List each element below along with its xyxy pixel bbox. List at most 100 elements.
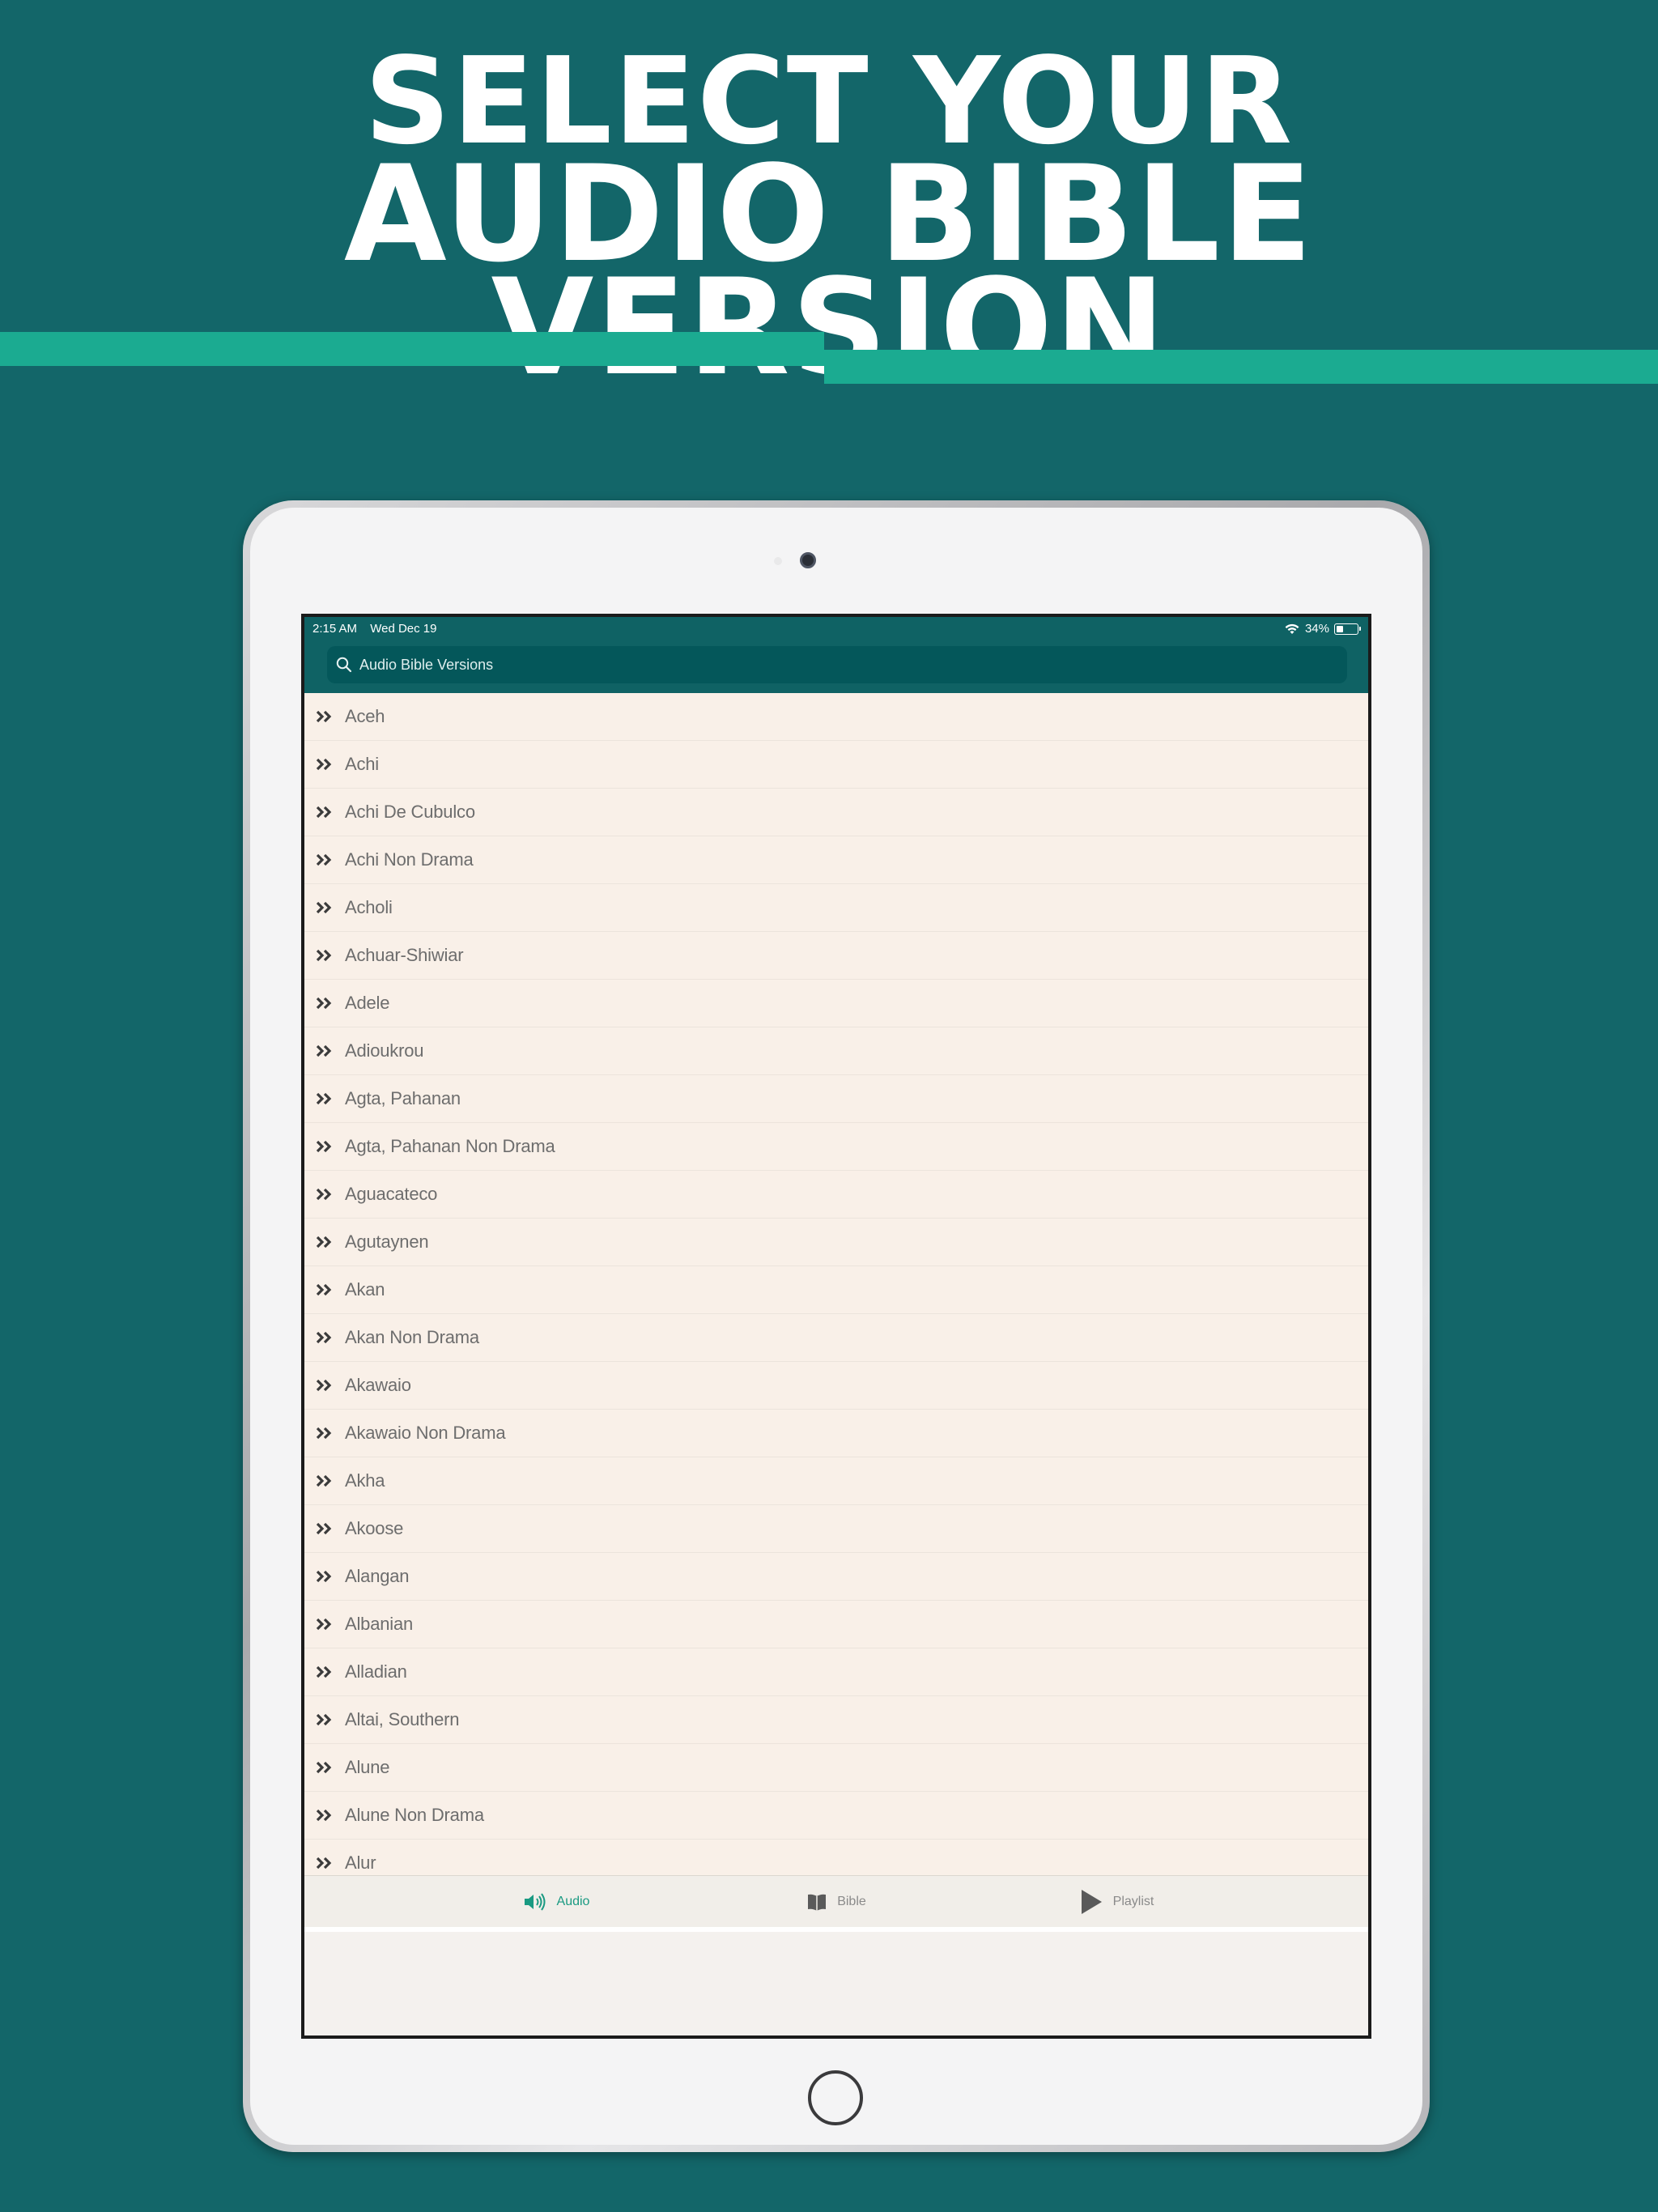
list-item-label: Akha (345, 1470, 385, 1491)
list-item-label: Alur (345, 1853, 376, 1873)
double-chevron-icon (316, 1522, 332, 1535)
tab-bible[interactable]: Bible (696, 1892, 976, 1912)
screen-bottom-area (304, 1927, 1368, 2035)
double-chevron-icon (316, 949, 332, 962)
double-chevron-icon (316, 710, 332, 723)
tab-audio[interactable]: Audio (416, 1892, 696, 1912)
list-item[interactable]: Akawaio Non Drama (304, 1410, 1368, 1457)
app-screen: 2:15 AM Wed Dec 19 34% Aceh Achi Achi De C… (301, 614, 1371, 2039)
double-chevron-icon (316, 1761, 332, 1774)
tab-audio-label: Audio (556, 1894, 590, 1908)
list-item[interactable]: Achuar-Shiwiar (304, 932, 1368, 980)
list-item[interactable]: Altai, Southern (304, 1696, 1368, 1744)
list-item[interactable]: Aguacateco (304, 1171, 1368, 1219)
list-item[interactable]: Achi Non Drama (304, 836, 1368, 884)
home-button[interactable] (808, 2070, 863, 2125)
double-chevron-icon (316, 1188, 332, 1201)
list-item[interactable]: Akoose (304, 1505, 1368, 1553)
list-item-label: Agta, Pahanan Non Drama (345, 1136, 555, 1156)
ipad-sensor (774, 557, 782, 565)
list-item[interactable]: Akan Non Drama (304, 1314, 1368, 1362)
speaker-icon (524, 1892, 546, 1911)
double-chevron-icon (316, 1570, 332, 1583)
double-chevron-icon (316, 997, 332, 1010)
list-item-label: Aguacateco (345, 1184, 438, 1204)
list-item[interactable]: Alangan (304, 1553, 1368, 1601)
list-item[interactable]: Albanian (304, 1601, 1368, 1648)
list-item[interactable]: Achi De Cubulco (304, 789, 1368, 836)
list-item-label: Achi Non Drama (345, 849, 474, 870)
list-item-label: Achi De Cubulco (345, 802, 475, 822)
double-chevron-icon (316, 1427, 332, 1440)
list-item-label: Akoose (345, 1518, 404, 1538)
app-header: 2:15 AM Wed Dec 19 34% (304, 617, 1368, 693)
list-item[interactable]: Alune (304, 1744, 1368, 1792)
list-item[interactable]: Adioukrou (304, 1027, 1368, 1075)
list-item[interactable]: Akha (304, 1457, 1368, 1505)
list-item-label: Akan (345, 1279, 385, 1300)
list-item-label: Achuar-Shiwiar (345, 945, 464, 965)
double-chevron-icon (316, 1618, 332, 1631)
list-item-label: Agutaynen (345, 1231, 429, 1252)
list-item-label: Albanian (345, 1614, 414, 1634)
status-date: Wed Dec 19 (370, 622, 437, 636)
list-item-label: Achi (345, 754, 379, 774)
list-item[interactable]: Achi (304, 741, 1368, 789)
list-item-label: Alune (345, 1757, 390, 1777)
list-item[interactable]: Agutaynen (304, 1219, 1368, 1266)
list-item-label: Akawaio (345, 1375, 411, 1395)
list-item[interactable]: Alur (304, 1840, 1368, 1875)
double-chevron-icon (316, 1044, 332, 1057)
list-item-label: Adioukrou (345, 1040, 424, 1061)
battery-percent: 34% (1304, 622, 1329, 636)
status-bar: 2:15 AM Wed Dec 19 34% (312, 620, 1361, 638)
list-item[interactable]: Acholi (304, 884, 1368, 932)
decorative-stripe-left (0, 332, 824, 366)
double-chevron-icon (316, 853, 332, 866)
list-item-label: Altai, Southern (345, 1709, 460, 1729)
list-item-label: Alangan (345, 1566, 410, 1586)
search-input[interactable] (359, 656, 1270, 674)
double-chevron-icon (316, 1236, 332, 1249)
version-list: Aceh Achi Achi De Cubulco Achi Non Drama Ach… (304, 693, 1368, 1875)
tab-playlist[interactable]: Playlist (976, 1889, 1256, 1915)
decorative-stripe-right (824, 350, 1658, 384)
list-item[interactable]: Alune Non Drama (304, 1792, 1368, 1840)
double-chevron-icon (316, 1140, 332, 1153)
double-chevron-icon (316, 1809, 332, 1822)
double-chevron-icon (316, 1665, 332, 1678)
tab-bar: Audio Bible Playlist (304, 1875, 1368, 1927)
play-icon (1081, 1889, 1102, 1914)
list-item[interactable]: Akawaio (304, 1362, 1368, 1410)
list-item[interactable]: Akan (304, 1266, 1368, 1314)
list-item-label: Acholi (345, 897, 393, 917)
double-chevron-icon (316, 1283, 332, 1296)
list-item[interactable]: Adele (304, 980, 1368, 1027)
double-chevron-icon (316, 901, 332, 914)
list-item[interactable]: Aceh (304, 693, 1368, 741)
list-item[interactable]: Agta, Pahanan (304, 1075, 1368, 1123)
search-bar[interactable] (327, 646, 1347, 683)
tab-playlist-label: Playlist (1112, 1894, 1154, 1908)
list-item-label: Adele (345, 993, 390, 1013)
list-item-label: Akawaio Non Drama (345, 1423, 506, 1443)
double-chevron-icon (316, 1331, 332, 1344)
list-item-label: Alune Non Drama (345, 1805, 484, 1825)
wifi-icon (1285, 623, 1299, 634)
double-chevron-icon (316, 1092, 332, 1105)
tab-bible-label: Bible (837, 1894, 866, 1908)
list-item-label: Alladian (345, 1661, 407, 1682)
book-icon (808, 1894, 827, 1911)
list-item-label: Aceh (345, 706, 385, 726)
list-item-label: Agta, Pahanan (345, 1088, 461, 1108)
list-item[interactable]: Agta, Pahanan Non Drama (304, 1123, 1368, 1171)
search-icon (336, 657, 352, 673)
double-chevron-icon (316, 1857, 332, 1870)
double-chevron-icon (316, 806, 332, 819)
list-item-label: Akan Non Drama (345, 1327, 479, 1347)
ipad-camera (800, 552, 816, 568)
battery-icon (1334, 623, 1361, 635)
double-chevron-icon (316, 1474, 332, 1487)
status-time: 2:15 AM (312, 622, 358, 636)
list-item[interactable]: Alladian (304, 1648, 1368, 1696)
